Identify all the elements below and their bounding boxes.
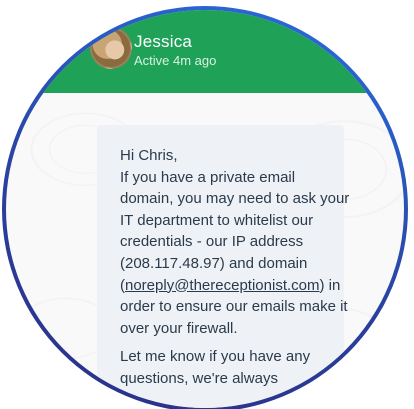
- message-body-start: If you have a private email domain, you …: [120, 168, 350, 294]
- message-text: Hi Chris, If you have a private email do…: [120, 145, 352, 390]
- message-greeting: Hi Chris,: [120, 147, 178, 164]
- message-followup: Let me know if you have any questions, w…: [120, 348, 311, 387]
- chat-preview: Jessica Active 4m ago Hi Chris, If you h…: [0, 0, 414, 409]
- chat-window: Jessica Active 4m ago Hi Chris, If you h…: [6, 10, 404, 408]
- contact-name: Jessica: [134, 32, 193, 51]
- contact-status: Active 4m ago: [134, 53, 217, 68]
- avatar[interactable]: [90, 27, 132, 69]
- message-body: If you have a private email domain, you …: [120, 167, 352, 340]
- email-link[interactable]: noreply@thereceptionist.com: [125, 277, 320, 294]
- chat-header: Jessica Active 4m ago: [6, 10, 404, 93]
